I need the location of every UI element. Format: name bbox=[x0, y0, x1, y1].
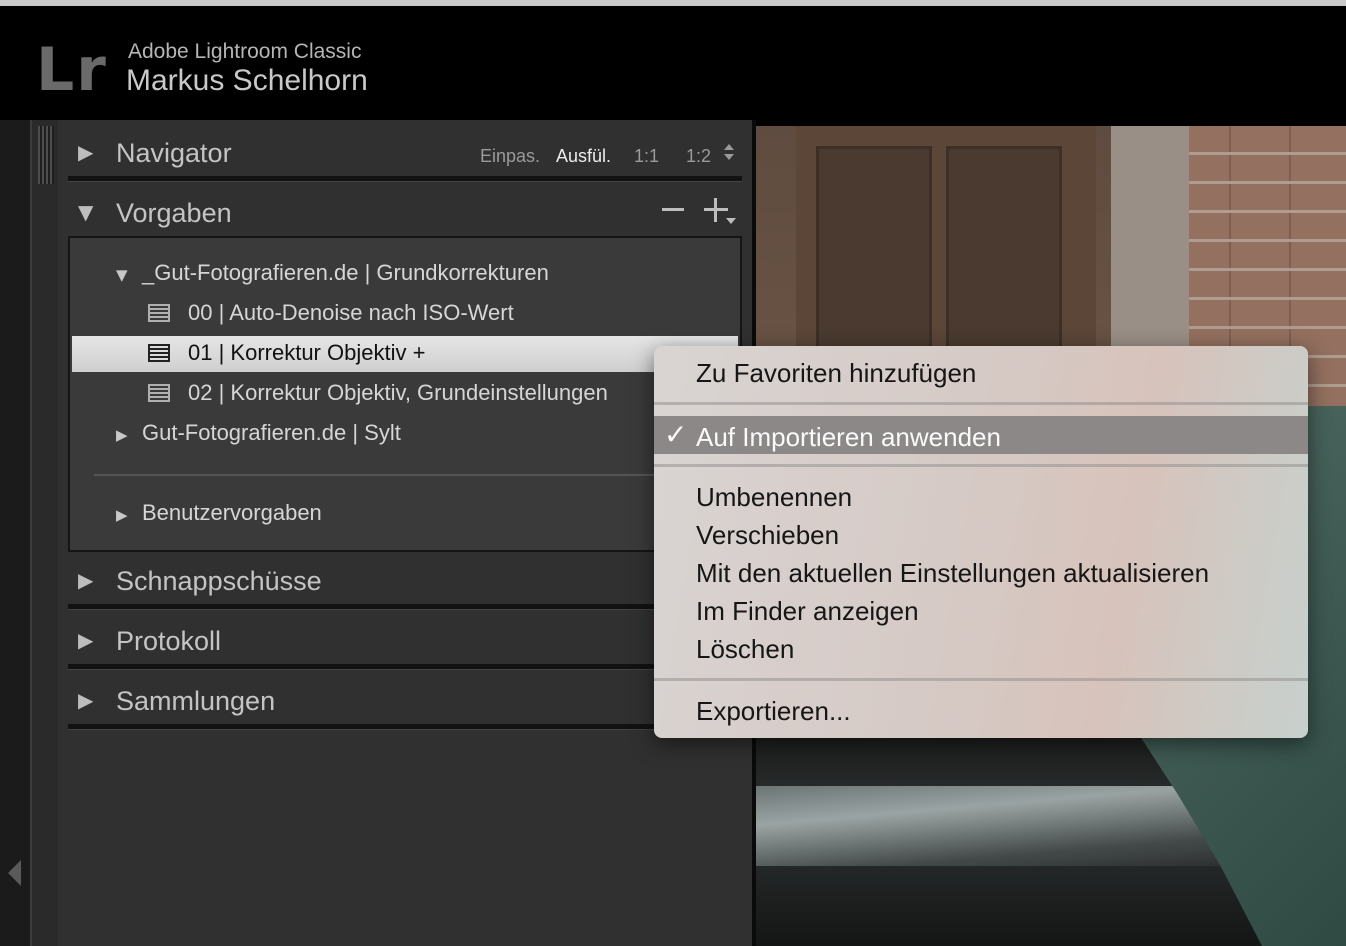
photo-door-panel bbox=[946, 146, 1062, 352]
menu-separator bbox=[654, 678, 1308, 681]
preset-folder[interactable]: ▶ Gut-Fotografieren.de | Sylt bbox=[72, 416, 738, 452]
section-divider bbox=[68, 604, 742, 610]
presets-header[interactable]: ▼ Vorgaben bbox=[58, 184, 752, 240]
identity-plate: Lr Adobe Lightroom Classic Markus Schelh… bbox=[0, 6, 1346, 120]
preset-folder-label: Gut-Fotografieren.de | Sylt bbox=[142, 420, 401, 445]
menu-item-label: Löschen bbox=[696, 634, 795, 664]
preset-folder[interactable]: ▼ _Gut-Fotografieren.de | Grundkorrektur… bbox=[72, 256, 738, 292]
collapsed-triangle-icon[interactable]: ▶ bbox=[116, 426, 128, 444]
collapsed-triangle-icon: ▶ bbox=[78, 140, 94, 164]
expanded-triangle-icon: ▼ bbox=[78, 200, 94, 224]
zoom-stepper-icon[interactable] bbox=[724, 144, 736, 160]
product-name: Adobe Lightroom Classic bbox=[128, 40, 362, 63]
preset-icon bbox=[148, 344, 170, 362]
menu-separator bbox=[654, 402, 1308, 405]
menu-item-add-favorite[interactable]: Zu Favoriten hinzufügen bbox=[654, 352, 1308, 390]
context-menu: Zu Favoriten hinzufügen ✓ Auf Importiere… bbox=[654, 346, 1308, 738]
preset-item[interactable]: 02 | Korrektur Objektiv, Grundeinstellun… bbox=[72, 376, 738, 412]
add-preset-button[interactable] bbox=[704, 198, 728, 222]
left-panel: ▶ Navigator Einpas. Ausfül. 1:1 1:2 ▼ Vo… bbox=[58, 120, 752, 946]
presets-title: Vorgaben bbox=[116, 198, 232, 228]
menu-item-label: Zu Favoriten hinzufügen bbox=[696, 358, 977, 388]
collapse-left-panel-icon[interactable] bbox=[8, 860, 21, 886]
navigator-header[interactable]: ▶ Navigator Einpas. Ausfül. 1:1 1:2 bbox=[58, 124, 752, 180]
collapsed-triangle-icon: ▶ bbox=[78, 688, 94, 712]
preset-folder-label: _Gut-Fotografieren.de | Grundkorrekturen bbox=[142, 260, 549, 285]
collapsed-triangle-icon[interactable]: ▶ bbox=[116, 506, 128, 524]
panel-resize-column bbox=[30, 120, 58, 946]
menu-item-label: Umbenennen bbox=[696, 482, 853, 512]
expanded-triangle-icon[interactable]: ▼ bbox=[116, 266, 128, 284]
checkmark-icon: ✓ bbox=[664, 418, 688, 451]
snapshots-title: Schnappschüsse bbox=[116, 566, 322, 596]
navigator-title: Navigator bbox=[116, 138, 232, 168]
menu-item-label: Im Finder anzeigen bbox=[696, 596, 919, 626]
section-divider bbox=[68, 724, 742, 730]
menu-item-move[interactable]: Verschieben bbox=[654, 514, 1308, 552]
collections-title: Sammlungen bbox=[116, 686, 276, 716]
history-title: Protokoll bbox=[116, 626, 222, 656]
menu-item-label: Exportieren... bbox=[696, 696, 851, 726]
panel-grip-handle[interactable] bbox=[38, 126, 54, 184]
preset-folder[interactable]: ▶ Benutzervorgaben bbox=[72, 496, 738, 532]
preset-item-label: 00 | Auto-Denoise nach ISO-Wert bbox=[188, 300, 514, 325]
add-preset-caret-icon[interactable] bbox=[726, 218, 736, 224]
section-divider bbox=[68, 176, 742, 182]
remove-preset-button[interactable] bbox=[662, 208, 684, 211]
menu-item-label: Verschieben bbox=[696, 520, 840, 550]
preset-item[interactable]: 00 | Auto-Denoise nach ISO-Wert bbox=[72, 296, 738, 332]
menu-item-export[interactable]: Exportieren... bbox=[654, 690, 1308, 728]
zoom-fill-option[interactable]: Ausfül. bbox=[556, 146, 611, 167]
collapsed-triangle-icon: ▶ bbox=[78, 628, 94, 652]
left-edge-bar bbox=[0, 120, 30, 946]
history-header[interactable]: ▶ Protokoll bbox=[58, 612, 752, 668]
section-divider bbox=[68, 664, 742, 670]
zoom-1-1-option[interactable]: 1:1 bbox=[634, 146, 659, 167]
zoom-1-2-option[interactable]: 1:2 bbox=[686, 146, 711, 167]
menu-item-show-in-finder[interactable]: Im Finder anzeigen bbox=[654, 590, 1308, 628]
lightroom-logo-icon: Lr bbox=[36, 35, 108, 105]
menu-item-label: Mit den aktuellen Einstellungen aktualis… bbox=[696, 558, 1210, 588]
collections-header[interactable]: ▶ Sammlungen bbox=[58, 672, 752, 728]
preset-item-label: 02 | Korrektur Objektiv, Grundeinstellun… bbox=[188, 380, 608, 405]
menu-item-update-settings[interactable]: Mit den aktuellen Einstellungen aktualis… bbox=[654, 552, 1308, 590]
zoom-fit-option[interactable]: Einpas. bbox=[480, 146, 540, 167]
preset-item-label: 01 | Korrektur Objektiv + bbox=[188, 340, 426, 365]
preset-list: ▼ _Gut-Fotografieren.de | Grundkorrektur… bbox=[68, 236, 742, 552]
preset-item-selected[interactable]: 01 | Korrektur Objektiv + bbox=[72, 336, 738, 372]
snapshots-header[interactable]: ▶ Schnappschüsse bbox=[58, 552, 752, 608]
photo-door-panel bbox=[816, 146, 932, 352]
user-name: Markus Schelhorn bbox=[126, 64, 368, 97]
menu-item-label: Auf Importieren anwenden bbox=[696, 422, 1001, 452]
preset-icon bbox=[148, 304, 170, 322]
preset-icon bbox=[148, 384, 170, 402]
menu-item-rename[interactable]: Umbenennen bbox=[654, 476, 1308, 514]
collapsed-triangle-icon: ▶ bbox=[78, 568, 94, 592]
preset-group-divider bbox=[94, 474, 714, 476]
menu-item-delete[interactable]: Löschen bbox=[654, 628, 1308, 666]
menu-separator bbox=[654, 464, 1308, 467]
preset-folder-label: Benutzervorgaben bbox=[142, 500, 322, 525]
menu-item-apply-on-import[interactable]: ✓ Auf Importieren anwenden bbox=[654, 416, 1308, 454]
